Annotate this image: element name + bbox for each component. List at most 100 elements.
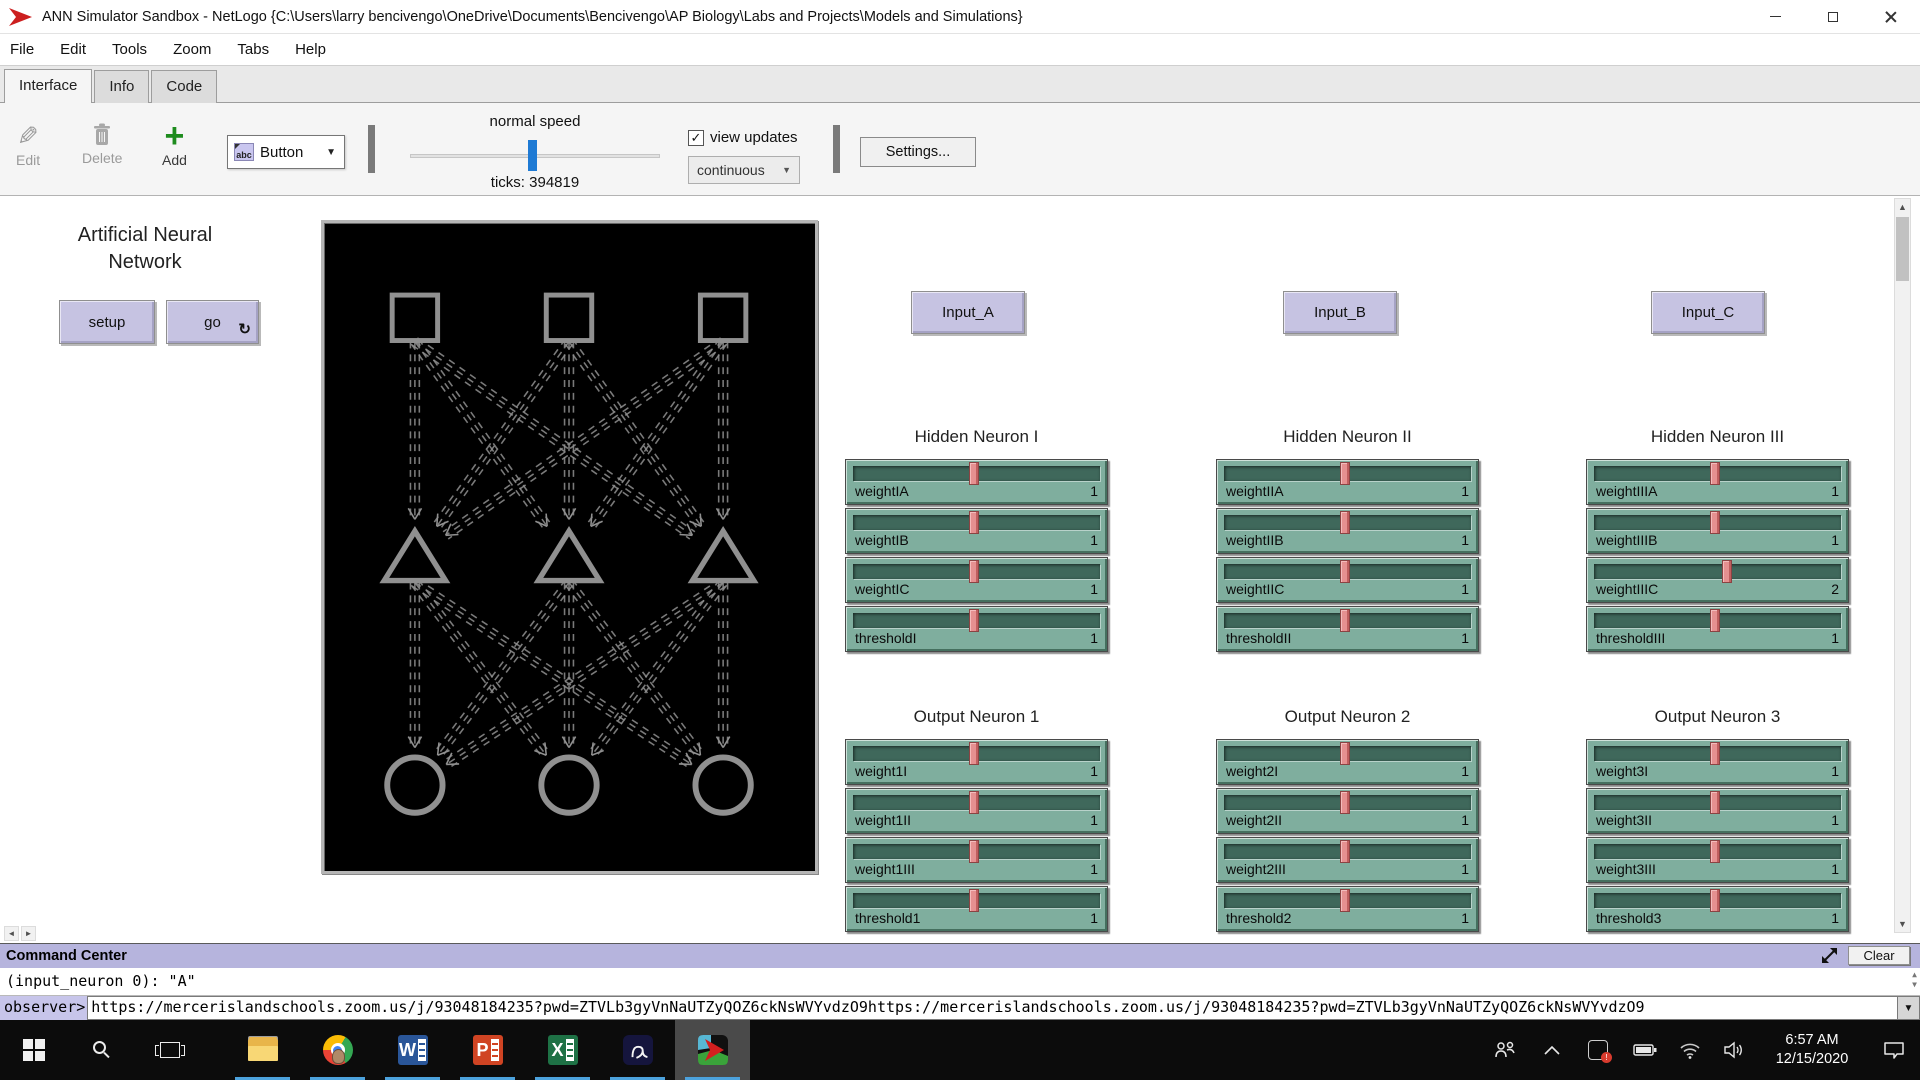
slider-handle[interactable] bbox=[969, 511, 979, 534]
edit-button[interactable]: ✎ Edit bbox=[16, 123, 40, 168]
scrollbar-thumb[interactable] bbox=[1896, 217, 1909, 281]
slider-weightIIC[interactable]: weightIIC 1 bbox=[1216, 557, 1479, 603]
slider-handle[interactable] bbox=[1340, 511, 1350, 534]
slider-track[interactable] bbox=[1594, 795, 1841, 810]
file-explorer-button[interactable] bbox=[225, 1020, 300, 1080]
input-button-input_c[interactable]: Input_C bbox=[1651, 291, 1765, 334]
slider-weightIC[interactable]: weightIC 1 bbox=[845, 557, 1108, 603]
clear-button[interactable]: Clear bbox=[1848, 946, 1910, 965]
slider-threshold1[interactable]: threshold1 1 bbox=[845, 886, 1108, 932]
slider-handle[interactable] bbox=[1340, 889, 1350, 912]
slider-weightIIA[interactable]: weightIIA 1 bbox=[1216, 459, 1479, 505]
slider-weight2III[interactable]: weight2III 1 bbox=[1216, 837, 1479, 883]
acrobat-button[interactable] bbox=[600, 1020, 675, 1080]
scroll-down-icon[interactable]: ▼ bbox=[1895, 916, 1910, 932]
battery-button[interactable] bbox=[1622, 1020, 1668, 1080]
network-button[interactable] bbox=[1668, 1020, 1712, 1080]
tray-overflow-button[interactable] bbox=[1530, 1020, 1574, 1080]
add-button[interactable]: + Add bbox=[162, 123, 187, 168]
slider-track[interactable] bbox=[1224, 466, 1471, 481]
action-center-button[interactable] bbox=[1868, 1020, 1920, 1080]
slider-weightIB[interactable]: weightIB 1 bbox=[845, 508, 1108, 554]
slider-track[interactable] bbox=[1224, 613, 1471, 628]
powerpoint-button[interactable]: P bbox=[450, 1020, 525, 1080]
expand-icon[interactable] bbox=[1821, 947, 1838, 964]
word-button[interactable]: W bbox=[375, 1020, 450, 1080]
search-button[interactable] bbox=[68, 1020, 136, 1080]
slider-track[interactable] bbox=[1594, 564, 1841, 579]
slider-threshold2[interactable]: threshold2 1 bbox=[1216, 886, 1479, 932]
view-updates-checkbox[interactable]: ✓ bbox=[688, 130, 704, 146]
slider-handle[interactable] bbox=[1340, 609, 1350, 632]
slider-track[interactable] bbox=[1224, 893, 1471, 908]
slider-weightIIIB[interactable]: weightIIIB 1 bbox=[1586, 508, 1849, 554]
slider-track[interactable] bbox=[853, 795, 1100, 810]
slider-handle[interactable] bbox=[1710, 511, 1720, 534]
tab-info[interactable]: Info bbox=[94, 70, 149, 103]
netlogo-taskbar-button[interactable] bbox=[675, 1020, 750, 1080]
slider-track[interactable] bbox=[1594, 515, 1841, 530]
widget-type-select[interactable]: abc Button ▼ bbox=[227, 135, 345, 169]
slider-track[interactable] bbox=[1224, 844, 1471, 859]
world-view[interactable] bbox=[321, 220, 818, 874]
menu-file[interactable]: File bbox=[10, 41, 34, 58]
slider-handle[interactable] bbox=[1710, 791, 1720, 814]
slider-thresholdIII[interactable]: thresholdIII 1 bbox=[1586, 606, 1849, 652]
scroll-right-icon[interactable]: ► bbox=[21, 926, 36, 941]
input-button-input_a[interactable]: Input_A bbox=[911, 291, 1025, 334]
slider-handle[interactable] bbox=[1722, 560, 1732, 583]
slider-handle[interactable] bbox=[969, 609, 979, 632]
slider-thresholdII[interactable]: thresholdII 1 bbox=[1216, 606, 1479, 652]
output-scrollbar[interactable]: ▲▼ bbox=[1912, 970, 1917, 991]
slider-weight3III[interactable]: weight3III 1 bbox=[1586, 837, 1849, 883]
slider-handle[interactable] bbox=[1710, 742, 1720, 765]
slider-track[interactable] bbox=[853, 515, 1100, 530]
menu-help[interactable]: Help bbox=[295, 41, 326, 58]
tab-interface[interactable]: Interface bbox=[4, 69, 92, 103]
slider-handle[interactable] bbox=[969, 840, 979, 863]
slider-thresholdI[interactable]: thresholdI 1 bbox=[845, 606, 1108, 652]
vertical-scrollbar[interactable]: ▲ ▼ bbox=[1894, 198, 1911, 933]
history-dropdown-button[interactable]: ▼ bbox=[1898, 996, 1920, 1020]
slider-weight1III[interactable]: weight1III 1 bbox=[845, 837, 1108, 883]
slider-handle[interactable] bbox=[1710, 889, 1720, 912]
slider-track[interactable] bbox=[1224, 564, 1471, 579]
update-mode-select[interactable]: continuous ▼ bbox=[688, 156, 800, 184]
slider-weight1I[interactable]: weight1I 1 bbox=[845, 739, 1108, 785]
horizontal-scrollbar[interactable]: ◄ ► bbox=[4, 926, 36, 941]
delete-button[interactable]: Delete bbox=[82, 123, 122, 166]
slider-handle[interactable] bbox=[1710, 462, 1720, 485]
setup-button[interactable]: setup bbox=[59, 300, 155, 344]
menu-tools[interactable]: Tools bbox=[112, 41, 147, 58]
notification-app-button[interactable]: ! bbox=[1574, 1020, 1622, 1080]
slider-track[interactable] bbox=[853, 613, 1100, 628]
chrome-button[interactable] bbox=[300, 1020, 375, 1080]
minimize-button[interactable] bbox=[1746, 0, 1804, 33]
command-input[interactable]: https://mercerislandschools.zoom.us/j/93… bbox=[87, 996, 1898, 1020]
slider-weightIIIA[interactable]: weightIIIA 1 bbox=[1586, 459, 1849, 505]
maximize-button[interactable] bbox=[1804, 0, 1862, 33]
slider-weight2II[interactable]: weight2II 1 bbox=[1216, 788, 1479, 834]
start-button[interactable] bbox=[0, 1020, 68, 1080]
slider-handle[interactable] bbox=[1340, 560, 1350, 583]
close-button[interactable] bbox=[1862, 0, 1920, 33]
slider-handle[interactable] bbox=[1710, 840, 1720, 863]
slider-weight3I[interactable]: weight3I 1 bbox=[1586, 739, 1849, 785]
people-button[interactable] bbox=[1482, 1020, 1530, 1080]
slider-weight2I[interactable]: weight2I 1 bbox=[1216, 739, 1479, 785]
slider-handle[interactable] bbox=[969, 560, 979, 583]
slider-handle[interactable] bbox=[1340, 462, 1350, 485]
speed-slider-handle[interactable] bbox=[528, 140, 537, 171]
slider-track[interactable] bbox=[1594, 893, 1841, 908]
input-button-input_b[interactable]: Input_B bbox=[1283, 291, 1397, 334]
slider-handle[interactable] bbox=[969, 462, 979, 485]
slider-handle[interactable] bbox=[1340, 791, 1350, 814]
slider-handle[interactable] bbox=[969, 791, 979, 814]
slider-weightIA[interactable]: weightIA 1 bbox=[845, 459, 1108, 505]
slider-track[interactable] bbox=[1224, 795, 1471, 810]
settings-button[interactable]: Settings... bbox=[860, 137, 976, 167]
slider-track[interactable] bbox=[853, 893, 1100, 908]
volume-button[interactable] bbox=[1712, 1020, 1756, 1080]
excel-button[interactable]: X bbox=[525, 1020, 600, 1080]
task-view-button[interactable] bbox=[136, 1020, 204, 1080]
